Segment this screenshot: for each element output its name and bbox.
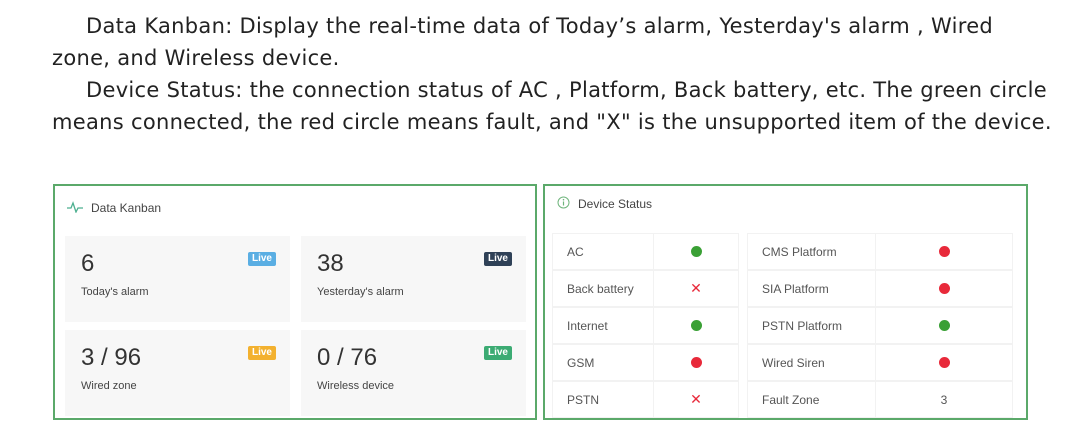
today-alarm-value: 6: [81, 250, 95, 277]
live-badge: Live: [483, 346, 512, 360]
status-name: CMS Platform: [747, 233, 876, 270]
status-value: 3: [875, 381, 1013, 418]
pulse-icon: [67, 200, 83, 216]
status-name: PSTN: [552, 381, 654, 418]
connected-dot-icon: [938, 320, 950, 331]
wireless-device-card[interactable]: 0 / 76 Wireless device Live: [301, 330, 526, 416]
wired-zone-label: Wired zone: [81, 380, 137, 392]
device-status-panel: Device Status AC CMS Platform Back batte…: [543, 184, 1028, 420]
wireless-device-value: 0 / 76: [317, 344, 378, 371]
status-indicator: [653, 233, 739, 270]
data-kanban-title: Data Kanban: [91, 201, 162, 215]
live-badge: Live: [247, 252, 276, 266]
status-indicator: [653, 344, 739, 381]
live-badge: Live: [483, 252, 512, 266]
unsupported-x-icon: ✕: [690, 280, 702, 296]
status-name: Wired Siren: [747, 344, 876, 381]
device-status-header: Device Status: [557, 194, 652, 214]
intro-paragraph-status: Device Status: the connection status of …: [52, 78, 1052, 134]
connected-dot-icon: [690, 246, 702, 257]
fault-dot-icon: [938, 246, 950, 257]
status-indicator: [875, 344, 1013, 381]
intro-paragraph-kanban: Data Kanban: Display the real-time data …: [52, 14, 994, 70]
wireless-device-label: Wireless device: [317, 380, 395, 392]
today-alarm-label: Today's alarm: [81, 286, 149, 298]
status-indicator: ✕: [653, 381, 739, 418]
intro-text: Data Kanban: Display the real-time data …: [52, 10, 1052, 138]
status-name: AC: [552, 233, 654, 270]
status-row: GSM Wired Siren: [552, 344, 1022, 382]
yesterday-alarm-card[interactable]: 38 Yesterday's alarm Live: [301, 236, 526, 322]
status-name: SIA Platform: [747, 270, 876, 307]
status-indicator: [653, 307, 739, 344]
fault-dot-icon: [938, 283, 950, 294]
device-status-grid: AC CMS Platform Back battery ✕ SIA Platf…: [552, 233, 1022, 419]
status-row: Internet PSTN Platform: [552, 307, 1022, 345]
status-name: Back battery: [552, 270, 654, 307]
wired-zone-card[interactable]: 3 / 96 Wired zone Live: [65, 330, 290, 416]
connected-dot-icon: [690, 320, 702, 331]
yesterday-alarm-label: Yesterday's alarm: [317, 286, 404, 298]
device-status-title: Device Status: [578, 197, 653, 211]
status-row: PSTN ✕ Fault Zone 3: [552, 381, 1022, 419]
unsupported-x-icon: ✕: [690, 391, 702, 407]
info-icon: [557, 196, 570, 212]
data-kanban-panel: Data Kanban 6 Today's alarm Live 38 Yest…: [53, 184, 537, 420]
fault-dot-icon: [690, 357, 702, 368]
status-name: Fault Zone: [747, 381, 876, 418]
today-alarm-card[interactable]: 6 Today's alarm Live: [65, 236, 290, 322]
wired-zone-value: 3 / 96: [81, 344, 142, 371]
fault-dot-icon: [938, 357, 950, 368]
status-indicator: [875, 307, 1013, 344]
status-name: PSTN Platform: [747, 307, 876, 344]
status-row: Back battery ✕ SIA Platform: [552, 270, 1022, 308]
status-indicator: [875, 233, 1013, 270]
status-row: AC CMS Platform: [552, 233, 1022, 271]
status-name: GSM: [552, 344, 654, 381]
live-badge: Live: [247, 346, 276, 360]
data-kanban-header: Data Kanban: [67, 198, 161, 218]
status-indicator: ✕: [653, 270, 739, 307]
yesterday-alarm-value: 38: [317, 250, 344, 277]
status-name: Internet: [552, 307, 654, 344]
status-indicator: [875, 270, 1013, 307]
